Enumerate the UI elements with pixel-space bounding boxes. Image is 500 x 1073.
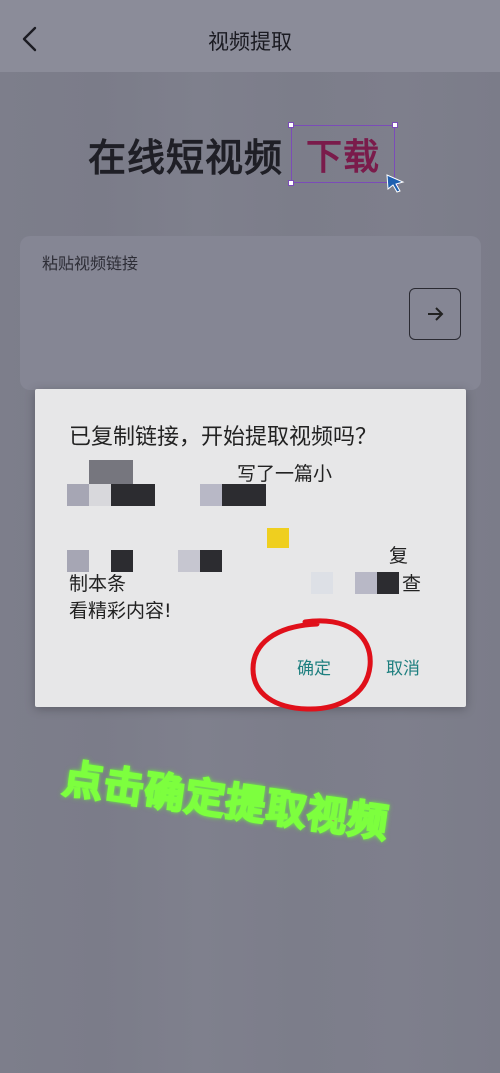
annotation-overlay: 点击确定提取视频 <box>56 712 456 848</box>
redacted-mosaic <box>355 572 377 594</box>
page-title: 视频提取 <box>208 30 292 54</box>
redacted-mosaic <box>178 550 200 572</box>
arrow-right-icon <box>428 307 444 321</box>
redacted-mosaic <box>200 484 222 506</box>
selection-handle <box>288 122 295 128</box>
dialog-body-text: 查 <box>402 573 422 595</box>
link-input[interactable]: 粘贴视频链接 <box>42 250 138 274</box>
redacted-mosaic <box>67 484 89 506</box>
dialog-body-text: 写了一篇小 <box>237 463 333 485</box>
redacted-mosaic <box>111 484 155 506</box>
hero-highlight-text: 下载 <box>306 137 381 178</box>
selection-handle <box>392 122 399 128</box>
redacted-mosaic <box>377 572 399 594</box>
redacted-mosaic <box>89 484 111 506</box>
submit-button[interactable] <box>409 288 461 340</box>
hero-banner: 在线短视频 下载 <box>88 122 405 193</box>
hero-highlight-box: 下载 <box>288 122 405 193</box>
cursor-icon <box>386 174 405 193</box>
hero-text: 在线短视频 <box>88 135 284 180</box>
dialog-body-text: 制本条 <box>69 573 127 595</box>
confirm-dialog: 已复制链接，开始提取视频吗？ 写了一篇小 复 制本条 查 看精彩内容! 确定 取… <box>35 389 466 712</box>
redacted-mosaic <box>200 550 222 572</box>
annotation-text: 点击确定提取视频 <box>59 755 392 848</box>
dialog-title: 已复制链接，开始提取视频吗？ <box>69 425 378 450</box>
top-bar: 视频提取 <box>0 0 500 72</box>
link-input-card[interactable]: 粘贴视频链接 <box>20 236 481 390</box>
confirm-button[interactable]: 确定 <box>297 654 331 679</box>
dialog-body-text: 看精彩内容! <box>69 600 172 622</box>
redacted-mosaic <box>222 484 266 506</box>
redacted-mosaic <box>267 528 289 548</box>
cancel-button[interactable]: 取消 <box>386 654 420 679</box>
redacted-mosaic <box>89 460 133 484</box>
dialog-body-text: 复 <box>389 545 409 567</box>
selection-handle <box>288 180 295 186</box>
redacted-mosaic <box>311 572 333 594</box>
